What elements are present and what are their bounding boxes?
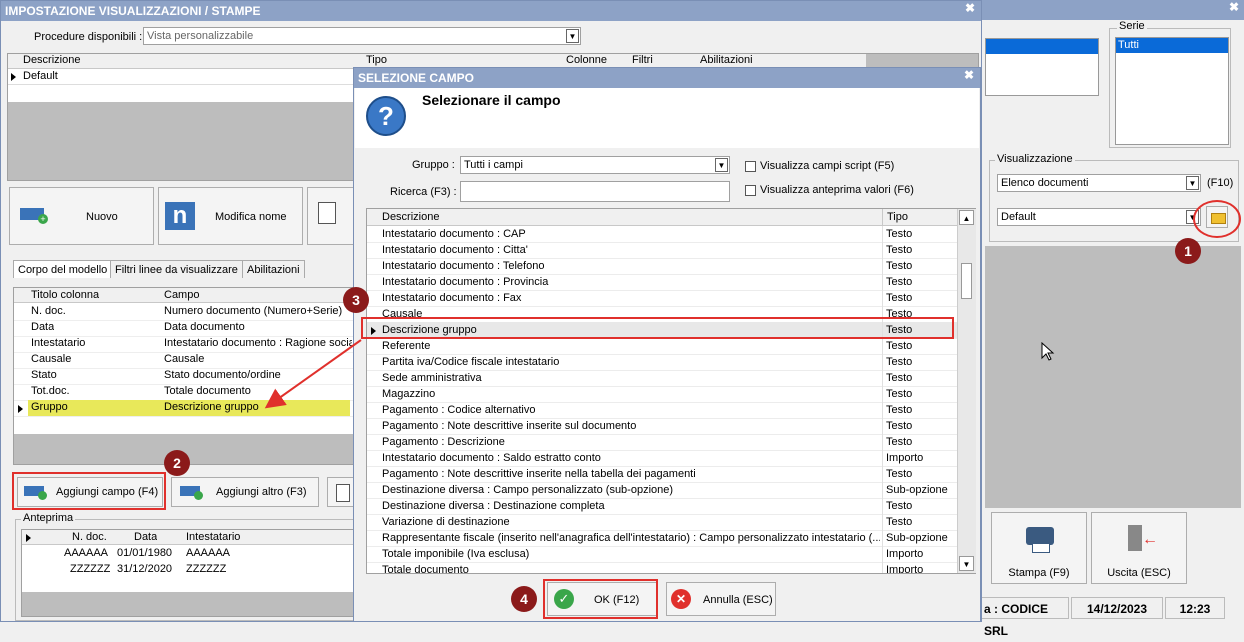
- mouse-cursor-icon: [1041, 342, 1055, 361]
- annotation-arrow: [264, 339, 362, 409]
